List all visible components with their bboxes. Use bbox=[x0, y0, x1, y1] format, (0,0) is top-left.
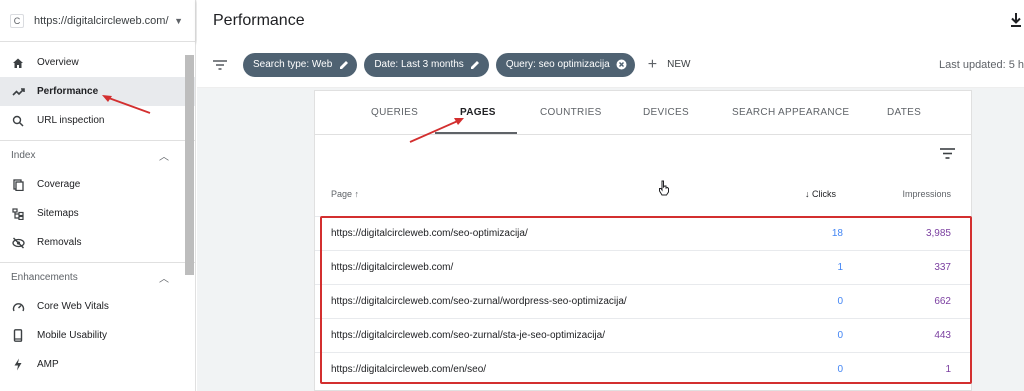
property-selector[interactable]: C https://digitalcircleweb.com/ ▼ bbox=[0, 0, 195, 42]
new-filter-button[interactable]: + NEW bbox=[648, 56, 691, 74]
cell-impressions: 443 bbox=[934, 330, 951, 341]
table-row[interactable]: https://digitalcircleweb.com/seo-zurnal/… bbox=[315, 318, 971, 352]
close-icon[interactable] bbox=[616, 59, 627, 70]
cell-impressions: 337 bbox=[934, 262, 951, 273]
section-enhancements[interactable]: Enhancements ︿ bbox=[0, 263, 195, 292]
sidebar-item-coverage[interactable]: Coverage bbox=[0, 170, 195, 199]
cell-impressions: 3,985 bbox=[925, 228, 951, 239]
coverage-icon bbox=[11, 178, 25, 192]
filter-bar: Search type: Web Date: Last 3 months Que… bbox=[197, 42, 1024, 88]
tab-devices[interactable]: DEVICES bbox=[643, 107, 689, 118]
table-row[interactable]: https://digitalcircleweb.com/en/seo/ 0 1 bbox=[315, 352, 971, 386]
arrow-down-icon: ↓ bbox=[805, 189, 810, 199]
table-row[interactable]: https://digitalcircleweb.com/ 1 337 bbox=[315, 250, 971, 284]
cell-clicks: 0 bbox=[837, 364, 843, 375]
sidebar-item-label: Removals bbox=[37, 237, 82, 248]
sidebar-item-label: Sitemaps bbox=[37, 208, 79, 219]
sidebar-item-overview[interactable]: Overview bbox=[0, 48, 195, 77]
tab-countries[interactable]: COUNTRIES bbox=[540, 107, 602, 118]
site-favicon-icon: C bbox=[10, 13, 24, 28]
table-filter-icon[interactable] bbox=[940, 146, 955, 164]
cell-clicks: 18 bbox=[831, 228, 843, 239]
cell-clicks: 0 bbox=[837, 330, 843, 341]
column-header-clicks-label: Clicks bbox=[812, 189, 837, 199]
trending-up-icon bbox=[11, 85, 25, 99]
caret-down-icon: ▼ bbox=[174, 15, 183, 26]
chip-label: Query: seo optimizacija bbox=[505, 59, 610, 70]
removals-icon bbox=[11, 236, 25, 250]
last-updated: Last updated: 5 h bbox=[938, 59, 1024, 71]
sidebar-item-label: Core Web Vitals bbox=[37, 301, 109, 312]
sidebar-item-label: AMP bbox=[37, 359, 59, 370]
cell-clicks: 1 bbox=[837, 262, 843, 273]
cell-page: https://digitalcircleweb.com/seo-zurnal/… bbox=[331, 330, 605, 341]
phone-icon bbox=[11, 329, 25, 343]
cell-page: https://digitalcircleweb.com/en/seo/ bbox=[331, 364, 487, 375]
section-label: Index bbox=[11, 150, 36, 161]
section-label: Enhancements bbox=[11, 272, 78, 283]
gauge-icon bbox=[11, 300, 25, 314]
chip-date[interactable]: Date: Last 3 months bbox=[364, 52, 489, 77]
plus-icon: + bbox=[647, 55, 658, 73]
page-title: Performance bbox=[213, 12, 305, 29]
cell-page: https://digitalcircleweb.com/ bbox=[331, 262, 454, 273]
table-row[interactable]: https://digitalcircleweb.com/seo-zurnal/… bbox=[315, 284, 971, 318]
chevron-up-icon: ︿ bbox=[159, 274, 169, 285]
edit-icon[interactable] bbox=[338, 59, 349, 70]
table-row[interactable]: https://digitalcircleweb.com/seo-optimiz… bbox=[315, 216, 971, 250]
chip-query[interactable]: Query: seo optimizacija bbox=[495, 52, 635, 77]
cell-page: https://digitalcircleweb.com/seo-zurnal/… bbox=[331, 296, 627, 307]
chevron-up-icon: ︿ bbox=[159, 152, 169, 163]
bolt-icon bbox=[11, 358, 25, 372]
sidebar-item-label: URL inspection bbox=[37, 115, 105, 126]
sidebar-item-core-web-vitals[interactable]: Core Web Vitals bbox=[0, 292, 195, 321]
table-header: Page ↑ ↓ Clicks Impressions bbox=[315, 183, 971, 203]
annotation-arrow-icon bbox=[102, 95, 151, 114]
annotation-arrow-icon bbox=[409, 118, 464, 143]
sidebar-item-label: Overview bbox=[37, 57, 79, 68]
download-icon[interactable] bbox=[1010, 12, 1022, 33]
tab-dates[interactable]: DATES bbox=[887, 107, 921, 118]
chip-label: Search type: Web bbox=[253, 59, 333, 70]
sidebar-item-removals[interactable]: Removals bbox=[0, 228, 195, 257]
column-header-page[interactable]: Page ↑ bbox=[331, 189, 359, 199]
column-header-clicks[interactable]: ↓ Clicks bbox=[805, 189, 836, 199]
page-header: Performance bbox=[197, 0, 1024, 42]
new-label: NEW bbox=[667, 59, 691, 70]
chip-search-type[interactable]: Search type: Web bbox=[243, 52, 358, 77]
cell-clicks: 0 bbox=[837, 296, 843, 307]
sidebar-item-amp[interactable]: AMP bbox=[0, 350, 195, 379]
search-icon bbox=[11, 114, 25, 128]
cell-impressions: 1 bbox=[945, 364, 951, 375]
tab-search-appearance[interactable]: SEARCH APPEARANCE bbox=[732, 107, 849, 118]
sidebar: C https://digitalcircleweb.com/ ▼ Overvi… bbox=[0, 0, 196, 391]
sidebar-item-label: Performance bbox=[37, 86, 99, 97]
sitemap-icon bbox=[11, 207, 25, 221]
sidebar-item-performance[interactable]: Performance bbox=[0, 77, 195, 106]
edit-icon[interactable] bbox=[470, 59, 481, 70]
section-index[interactable]: Index ︿ bbox=[0, 141, 195, 170]
sidebar-item-label: Mobile Usability bbox=[37, 330, 108, 341]
sidebar-item-mobile-usability[interactable]: Mobile Usability bbox=[0, 321, 195, 350]
sidebar-item-label: Coverage bbox=[37, 179, 81, 190]
sidebar-item-sitemaps[interactable]: Sitemaps bbox=[0, 199, 195, 228]
filter-icon[interactable] bbox=[213, 59, 227, 70]
sidebar-scrollbar[interactable] bbox=[185, 55, 194, 275]
sidebar-item-url-inspection[interactable]: URL inspection bbox=[0, 106, 195, 135]
cell-page: https://digitalcircleweb.com/seo-optimiz… bbox=[331, 228, 528, 239]
chip-label: Date: Last 3 months bbox=[374, 59, 464, 70]
home-icon bbox=[11, 56, 25, 70]
property-url: https://digitalcircleweb.com/ bbox=[34, 14, 169, 27]
hand-cursor-icon bbox=[658, 180, 670, 201]
cell-impressions: 662 bbox=[934, 296, 951, 307]
column-header-impressions[interactable]: Impressions bbox=[902, 189, 951, 199]
